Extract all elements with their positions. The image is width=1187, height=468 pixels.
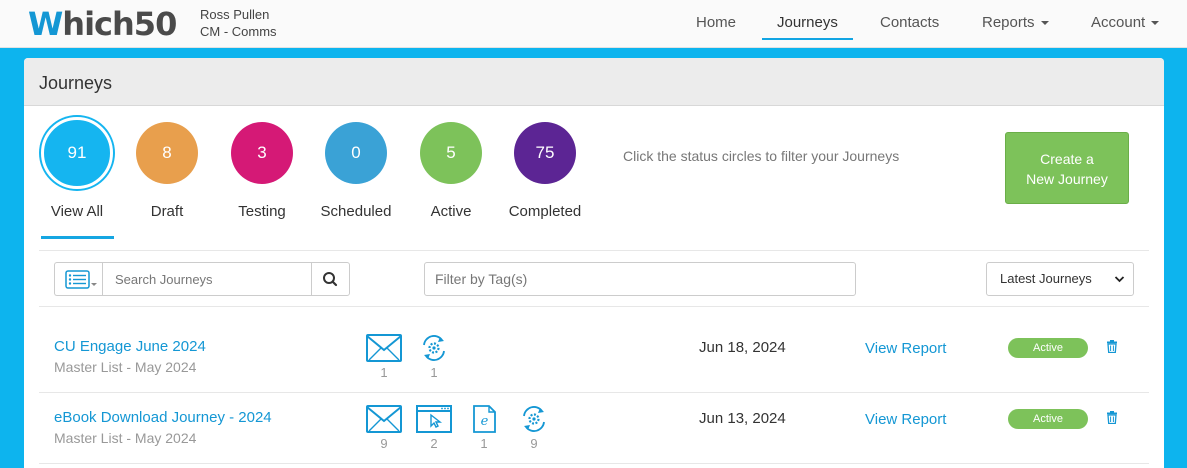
caret-down-icon xyxy=(1040,21,1049,26)
status-label: Active xyxy=(430,203,472,220)
status-badge: Active xyxy=(1008,409,1088,429)
status-filter-completed[interactable]: 75 Completed xyxy=(497,122,593,220)
step-count: 9 xyxy=(530,436,538,451)
divider xyxy=(39,463,1149,464)
user-org: CM - Comms xyxy=(200,24,277,39)
journey-date: Jun 18, 2024 xyxy=(699,339,786,356)
status-circle[interactable]: 8 xyxy=(136,122,198,184)
cycle-gear-icon xyxy=(523,406,545,432)
status-circle[interactable]: 75 xyxy=(514,122,576,184)
nav-reports[interactable]: Reports xyxy=(982,0,1049,48)
create-journey-button[interactable]: Create a New Journey xyxy=(1005,132,1129,204)
nav-contacts[interactable]: Contacts xyxy=(880,0,939,48)
step-count: 9 xyxy=(380,436,388,451)
user-info: Ross Pullen CM - Comms xyxy=(200,6,277,40)
nav-home[interactable]: Home xyxy=(696,0,736,48)
which50-logo[interactable]: Which50 xyxy=(28,4,177,44)
divider xyxy=(39,306,1149,307)
email-icon xyxy=(366,334,402,362)
journey-list-name: Master List - May 2024 xyxy=(54,430,197,446)
journey-row: eBook Download Journey - 2024 Master Lis… xyxy=(24,393,1164,463)
chevron-down-icon xyxy=(1114,276,1125,283)
trash-icon[interactable] xyxy=(1106,340,1118,353)
step-action[interactable]: 1 xyxy=(414,333,454,380)
journey-name-link[interactable]: eBook Download Journey - 2024 xyxy=(54,409,272,426)
create-button-line1: Create a xyxy=(1040,151,1094,167)
sort-select[interactable]: Latest Journeys xyxy=(986,262,1134,296)
logo-letter: W xyxy=(28,5,63,43)
tag-filter-input[interactable] xyxy=(424,262,856,296)
view-report-link[interactable]: View Report xyxy=(865,411,946,428)
sort-selected-value: Latest Journeys xyxy=(1000,271,1092,286)
status-circle[interactable]: 0 xyxy=(325,122,387,184)
ebook-icon: e xyxy=(473,405,496,433)
step-count: 1 xyxy=(430,365,438,380)
status-badge: Active xyxy=(1008,338,1088,358)
status-label: Scheduled xyxy=(320,203,392,220)
status-circle[interactable]: 3 xyxy=(231,122,293,184)
status-filter-active[interactable]: 5 Active xyxy=(403,122,499,220)
status-label: View All xyxy=(50,203,104,220)
status-circle[interactable]: 5 xyxy=(420,122,482,184)
create-button-line2: New Journey xyxy=(1026,171,1108,187)
trash-icon[interactable] xyxy=(1106,411,1118,424)
user-name: Ross Pullen xyxy=(200,7,270,22)
status-label: Testing xyxy=(238,203,286,220)
status-filter-scheduled[interactable]: 0 Scheduled xyxy=(308,122,404,220)
email-icon xyxy=(366,405,402,433)
step-email[interactable]: 9 xyxy=(364,404,404,451)
journey-date: Jun 13, 2024 xyxy=(699,410,786,427)
status-filter-view-all[interactable]: 91 View All xyxy=(29,117,125,220)
journeys-panel: Journeys 91 View All 8 Draft 3 Testing 0… xyxy=(24,58,1164,468)
panel-title: Journeys xyxy=(24,58,1164,106)
list-view-toggle[interactable] xyxy=(54,262,102,296)
step-count: 1 xyxy=(480,436,488,451)
step-webpage[interactable]: 2 xyxy=(414,404,454,451)
status-circle[interactable]: 91 xyxy=(41,117,113,189)
logo-text: hich50 xyxy=(62,5,177,43)
active-filter-underline xyxy=(41,236,114,239)
search-button[interactable] xyxy=(311,262,350,296)
journey-name-link[interactable]: CU Engage June 2024 xyxy=(54,338,206,355)
search-icon xyxy=(323,272,338,287)
step-ebook[interactable]: e 1 xyxy=(464,404,504,451)
status-label: Draft xyxy=(150,203,184,220)
step-action[interactable]: 9 xyxy=(514,404,554,451)
nav-journeys[interactable]: Journeys xyxy=(762,0,853,48)
status-label: Completed xyxy=(508,203,582,220)
webpage-icon xyxy=(416,405,452,433)
status-filter-draft[interactable]: 8 Draft xyxy=(119,122,215,220)
journey-list-name: Master List - May 2024 xyxy=(54,359,197,375)
filter-hint: Click the status circles to filter your … xyxy=(623,148,900,164)
divider xyxy=(39,250,1149,251)
step-email[interactable]: 1 xyxy=(364,333,404,380)
caret-down-icon xyxy=(1151,21,1160,26)
step-count: 2 xyxy=(430,436,438,451)
journey-row: CU Engage June 2024 Master List - May 20… xyxy=(24,322,1164,392)
nav-account-label: Account xyxy=(1091,14,1146,31)
step-count: 1 xyxy=(380,365,388,380)
nav-reports-label: Reports xyxy=(982,14,1035,31)
view-report-link[interactable]: View Report xyxy=(865,340,946,357)
status-filter-testing[interactable]: 3 Testing xyxy=(214,122,310,220)
list-icon xyxy=(65,270,97,289)
svg-text:e: e xyxy=(481,414,489,429)
top-navbar: Which50 Ross Pullen CM - Comms Home Jour… xyxy=(0,0,1187,48)
cycle-gear-icon xyxy=(423,335,445,361)
nav-account[interactable]: Account xyxy=(1091,0,1160,48)
search-input[interactable] xyxy=(102,262,312,296)
